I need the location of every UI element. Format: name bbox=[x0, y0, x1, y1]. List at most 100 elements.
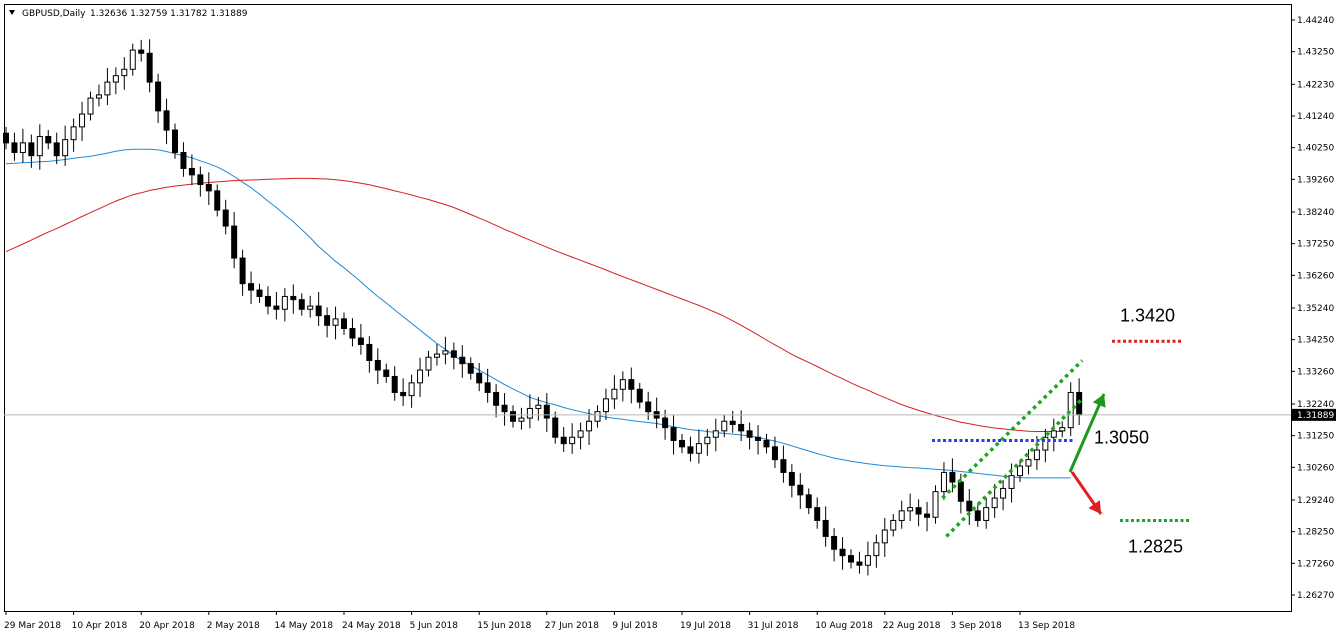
candle-body-up bbox=[695, 443, 702, 454]
ohlc-readout: 1.32636 1.32759 1.31782 1.31889 bbox=[90, 9, 248, 19]
candle-body-down bbox=[493, 391, 500, 406]
y-tick-label: 1.27260 bbox=[1297, 559, 1334, 569]
candle-body-down bbox=[222, 209, 229, 227]
candle-body-down bbox=[560, 436, 567, 445]
y-tick-label: 1.39260 bbox=[1297, 175, 1334, 185]
candle-body-up bbox=[1017, 465, 1023, 477]
x-tick-label: 10 Aug 2018 bbox=[815, 621, 873, 631]
candle-body-up bbox=[594, 411, 601, 422]
candle-body-up bbox=[332, 318, 339, 326]
last-price-badge-text: 1.31889 bbox=[1297, 411, 1334, 421]
candle-body-down bbox=[831, 535, 838, 550]
candle-body-up bbox=[1008, 475, 1015, 489]
candle-body-up bbox=[307, 305, 314, 310]
candle-body-down bbox=[679, 439, 685, 448]
candle-body-down bbox=[510, 411, 516, 422]
candle-body-down bbox=[822, 519, 829, 537]
candle-body-up bbox=[526, 407, 533, 419]
candle-body-up bbox=[36, 135, 43, 157]
candle-body-up bbox=[932, 491, 939, 518]
candle-body-up bbox=[890, 519, 897, 531]
candle-body-down bbox=[636, 388, 643, 403]
candle-body-down bbox=[180, 151, 187, 169]
x-tick-label: 3 Sep 2018 bbox=[950, 621, 1002, 631]
candle-body-down bbox=[231, 225, 238, 259]
candle-body-up bbox=[112, 75, 119, 83]
candle-body-down bbox=[459, 356, 466, 365]
candle-body-up bbox=[129, 49, 136, 70]
candle-body-down bbox=[670, 427, 677, 441]
x-tick-label: 5 Jun 2018 bbox=[410, 621, 459, 631]
level-label-pivot: 1.3050 bbox=[1094, 427, 1149, 447]
candle-body-down bbox=[662, 417, 669, 429]
candle-body-up bbox=[104, 81, 111, 96]
candle-body-up bbox=[1025, 459, 1032, 467]
candle-body-down bbox=[341, 318, 347, 329]
candle-body-down bbox=[163, 110, 170, 131]
candle-body-up bbox=[1067, 391, 1074, 429]
y-tick-label: 1.32240 bbox=[1297, 400, 1334, 410]
x-tick-label: 20 Apr 2018 bbox=[139, 621, 195, 631]
candle-body-up bbox=[1050, 430, 1057, 438]
candle-body-up bbox=[1059, 427, 1066, 432]
candle-body-up bbox=[704, 436, 711, 445]
x-tick-label: 14 May 2018 bbox=[274, 621, 333, 631]
candle-body-down bbox=[273, 305, 280, 310]
candle-body-up bbox=[417, 369, 424, 384]
candle-body-down bbox=[155, 81, 162, 112]
candle-body-down bbox=[248, 283, 255, 291]
x-tick-label: 9 Jul 2018 bbox=[612, 621, 657, 631]
candle-body-down bbox=[788, 471, 795, 486]
chart-svg: 1.3420 1.3050 1.2825 1.44240 1.43250 1.42230… bbox=[3, 4, 1336, 631]
candle-body-down bbox=[687, 446, 694, 454]
candle-body-up bbox=[408, 382, 415, 397]
candle-body-up bbox=[518, 417, 525, 422]
candle-body-up bbox=[1000, 487, 1007, 499]
candle-body-down bbox=[205, 183, 212, 192]
candle-body-down bbox=[188, 167, 195, 176]
candle-body-up bbox=[425, 356, 432, 371]
candle-body-up bbox=[611, 388, 618, 400]
candle-body-down bbox=[256, 289, 263, 297]
candle-body-down bbox=[839, 548, 846, 557]
y-tick-label: 1.37250 bbox=[1297, 240, 1334, 250]
x-tick-label: 27 Jun 2018 bbox=[545, 621, 599, 631]
candle-body-down bbox=[374, 359, 381, 371]
candle-body-down bbox=[172, 129, 178, 153]
candle-body-down bbox=[197, 174, 204, 185]
candle-body-up bbox=[602, 398, 609, 413]
y-tick-label: 1.38240 bbox=[1297, 208, 1334, 218]
candle-body-down bbox=[848, 555, 854, 563]
y-tick-label: 1.40250 bbox=[1297, 144, 1334, 154]
candle-body-down bbox=[315, 305, 322, 317]
candle-body-up bbox=[881, 529, 888, 544]
candle-body-up bbox=[19, 142, 26, 153]
candle-body-up bbox=[62, 139, 69, 157]
candle-body-down bbox=[949, 471, 956, 483]
candle-body-down bbox=[552, 417, 559, 438]
candle-body-down bbox=[290, 295, 297, 301]
candle-body-down bbox=[814, 507, 821, 521]
candle-body-down bbox=[780, 459, 787, 473]
candle-body-down bbox=[856, 561, 863, 566]
candle-body-down bbox=[366, 343, 373, 361]
x-tick-label: 24 May 2018 bbox=[342, 621, 401, 631]
candle-body-down bbox=[484, 382, 491, 393]
last-price-badge: 1.31889 bbox=[1292, 408, 1336, 421]
candle-body-up bbox=[70, 126, 77, 141]
candle-body-down bbox=[383, 369, 390, 377]
candle-body-down bbox=[28, 142, 35, 157]
candle-body-down bbox=[501, 404, 508, 413]
y-tick-label: 1.36260 bbox=[1297, 271, 1334, 281]
symbol-label: GBPUSD,Daily bbox=[22, 9, 86, 19]
candle-body-down bbox=[543, 404, 550, 419]
candle-body-up bbox=[569, 436, 576, 445]
candle-body-up bbox=[898, 510, 905, 521]
candle-body-down bbox=[966, 500, 973, 512]
y-tick-label: 1.29240 bbox=[1297, 496, 1334, 506]
candle-body-down bbox=[324, 315, 331, 326]
y-tick-label: 1.31250 bbox=[1297, 432, 1334, 442]
candle-body-down bbox=[729, 420, 736, 425]
candle-body-down bbox=[146, 52, 153, 83]
y-tick-label: 1.26270 bbox=[1297, 591, 1334, 601]
